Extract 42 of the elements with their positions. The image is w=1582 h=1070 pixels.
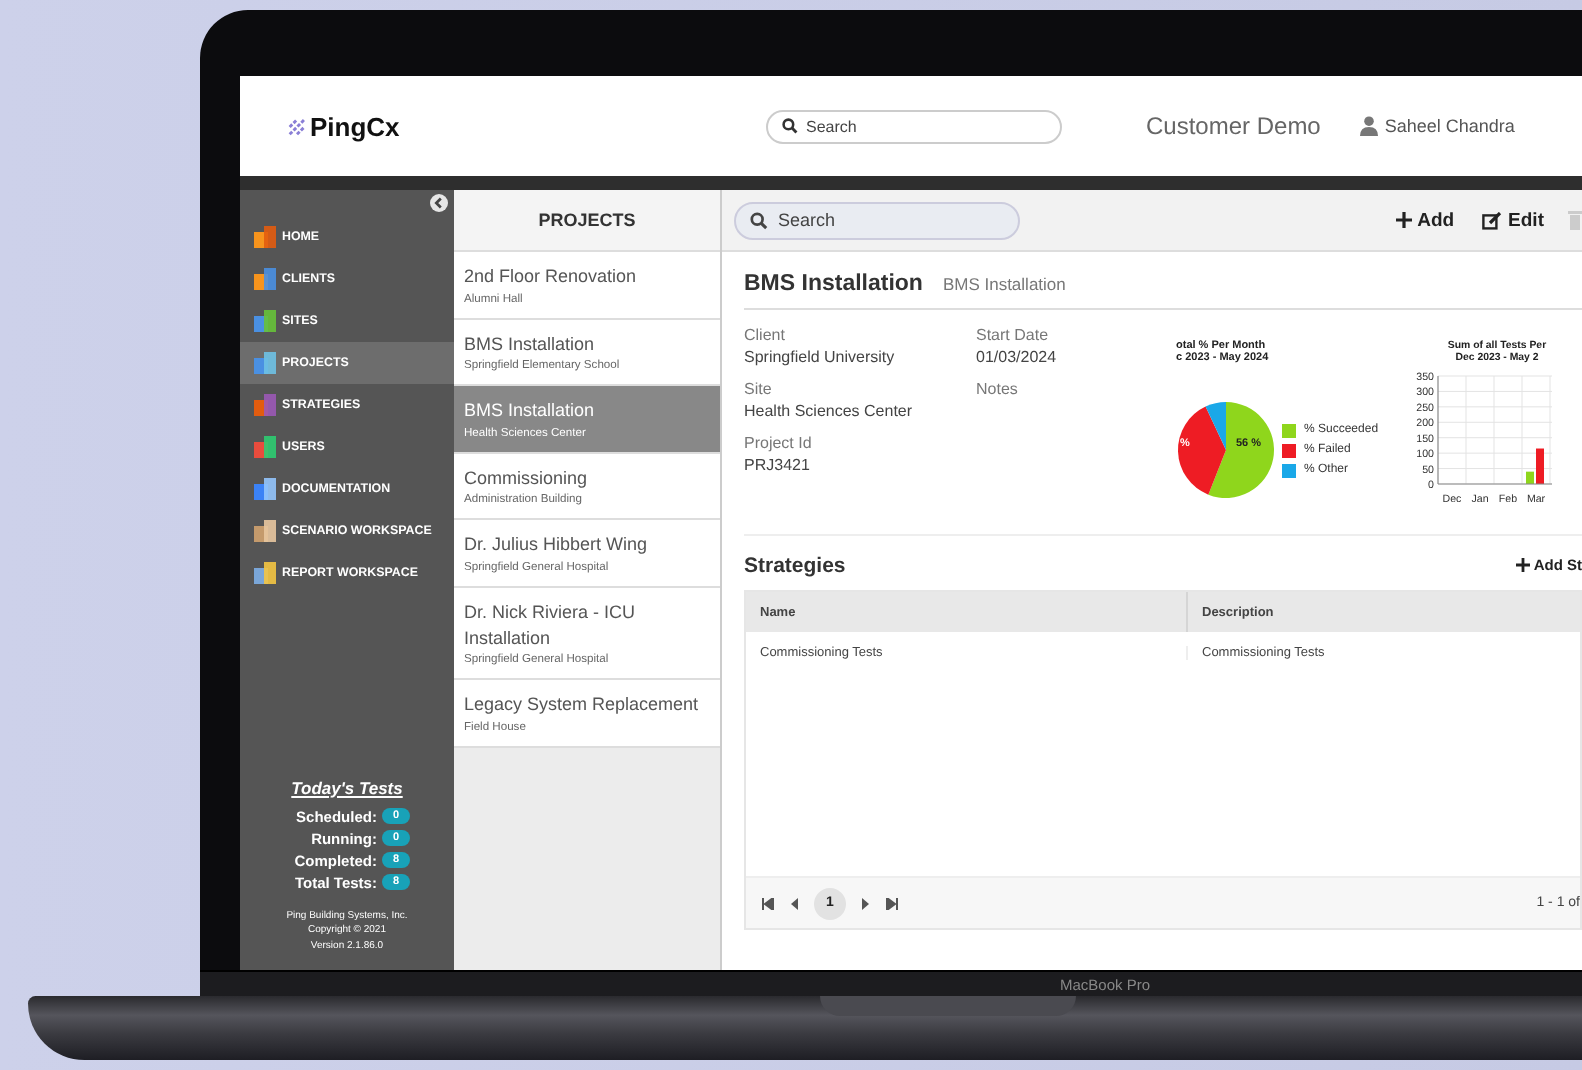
projects-header: PROJECTS [454, 190, 720, 252]
search-icon [750, 211, 768, 229]
field-label: Notes [976, 380, 1020, 398]
edit-button[interactable]: Edit [1478, 205, 1548, 235]
project-name: BMS Installation [464, 331, 597, 357]
section-title: Strategies [744, 553, 846, 577]
project-name: Dr. Julius Hibbert Wing [464, 532, 650, 558]
todays-tests-title[interactable]: Today's Tests [291, 777, 403, 797]
previous-page-icon[interactable] [790, 897, 798, 909]
plus-icon [1515, 558, 1530, 572]
logo-text: PingCx [310, 111, 400, 141]
pie-chart-drawing [1176, 400, 1276, 500]
collapse-icon[interactable] [430, 194, 448, 212]
search-icon [782, 118, 798, 134]
project-name: Dr. Nick Riviera - ICU Installation [464, 599, 638, 651]
search-field[interactable]: Search [734, 201, 1020, 239]
account-name: Customer Demo [1146, 112, 1321, 140]
axis [1437, 375, 1552, 485]
field-label: Start Date [976, 326, 1051, 344]
field-label: Site [744, 380, 774, 398]
field-label: Project Id [744, 434, 814, 452]
project-name: BMS Installation [464, 398, 597, 424]
project-name: Legacy System Replacement [464, 692, 701, 718]
user-icon [1360, 116, 1379, 136]
project-name: Commissioning [464, 465, 590, 491]
last-page-icon[interactable] [886, 897, 898, 909]
plus-icon [1395, 212, 1412, 228]
field-label: Client [744, 326, 787, 344]
field-value: Health Sciences Center [744, 402, 915, 420]
logo-icon [286, 115, 308, 137]
field-value: PRJ3421 [744, 456, 812, 474]
field-value: 01/03/2024 [976, 348, 1059, 366]
project-subtitle: BMS Installation [942, 274, 1066, 294]
project-title: BMS Installation [744, 272, 923, 296]
add-button[interactable]: Add [1391, 205, 1459, 235]
first-page-icon[interactable] [762, 897, 774, 909]
project-name: 2nd Floor Renovation [464, 264, 639, 290]
field-value: Springfield University [744, 348, 897, 366]
search-field[interactable]: Search [766, 109, 1062, 143]
next-page-icon[interactable] [862, 897, 870, 909]
user-name[interactable]: Saheel Chandra [1384, 116, 1515, 136]
edit-icon [1482, 211, 1503, 229]
